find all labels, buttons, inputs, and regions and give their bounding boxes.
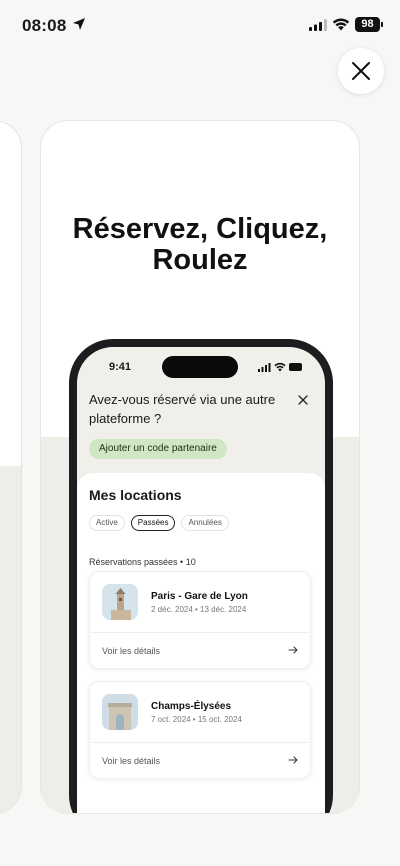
phone-mockup: 9:41 Avez-vous réservé via une autre pla… [69,339,333,813]
partner-banner-title: Avez-vous réservé via une autre platefor… [89,392,276,426]
tab-cancelled[interactable]: Annulées [181,515,229,531]
tab-active[interactable]: Active [89,515,125,531]
location-thumbnail [102,584,138,620]
status-bar: 08:08 98 [0,0,400,50]
close-button[interactable] [338,48,384,94]
add-partner-code-button[interactable]: Ajouter un code partenaire [89,439,227,459]
reservation-dates: 7 oct. 2024 • 15 oct. 2024 [151,715,242,724]
tab-past[interactable]: Passées [130,515,176,531]
dynamic-island [162,356,238,378]
gare-de-lyon-image-icon [102,584,138,620]
reservation-dates: 2 déc. 2024 • 13 déc. 2024 [151,605,247,614]
view-details-link[interactable]: Voir les détails [102,756,160,766]
past-reservations-count: Réservations passées • 10 [89,557,196,567]
rental-filter-tabs: Active Passées Annulées [89,515,229,531]
rentals-sheet: Mes locations Active Passées Annulées Ré… [77,473,325,813]
location-arrow-icon [73,18,85,30]
phone-signal-icon [258,363,271,372]
rentals-title: Mes locations [89,487,182,503]
arrow-right-icon[interactable] [288,645,298,655]
reservation-card[interactable]: Champs-Élysées 7 oct. 2024 • 15 oct. 202… [89,681,311,779]
wifi-icon [332,18,350,31]
headline-line-2: Roulez [152,244,248,276]
battery-indicator: 98 [355,17,383,32]
reservation-card[interactable]: Paris - Gare de Lyon 2 déc. 2024 • 13 dé… [89,571,311,669]
cellular-signal-icon [309,19,327,31]
phone-battery-icon [289,363,302,371]
view-details-link[interactable]: Voir les détails [102,646,160,656]
reservation-location: Paris - Gare de Lyon [151,591,248,602]
headline-line-1: Réservez, Cliquez, [72,213,328,245]
onboarding-card: Réservez, Cliquez, Roulez 9:41 Avez-vous… [40,120,360,814]
reservation-location: Champs-Élysées [151,701,232,712]
location-thumbnail [102,694,138,730]
phone-screen: 9:41 Avez-vous réservé via une autre pla… [77,347,325,813]
arrow-right-icon[interactable] [288,755,298,765]
onboarding-screen: 08:08 98 Réservez, Cliquez, Roulez 9:41 … [0,0,400,866]
phone-status-time: 9:41 [109,361,132,373]
headline: Réservez, Cliquez, Roulez [41,214,359,276]
close-icon [352,62,370,80]
phone-wifi-icon [274,362,286,372]
status-time: 08:08 [22,16,67,35]
previous-card[interactable] [0,120,22,814]
close-icon[interactable] [297,394,309,406]
arc-de-triomphe-image-icon [102,694,138,730]
